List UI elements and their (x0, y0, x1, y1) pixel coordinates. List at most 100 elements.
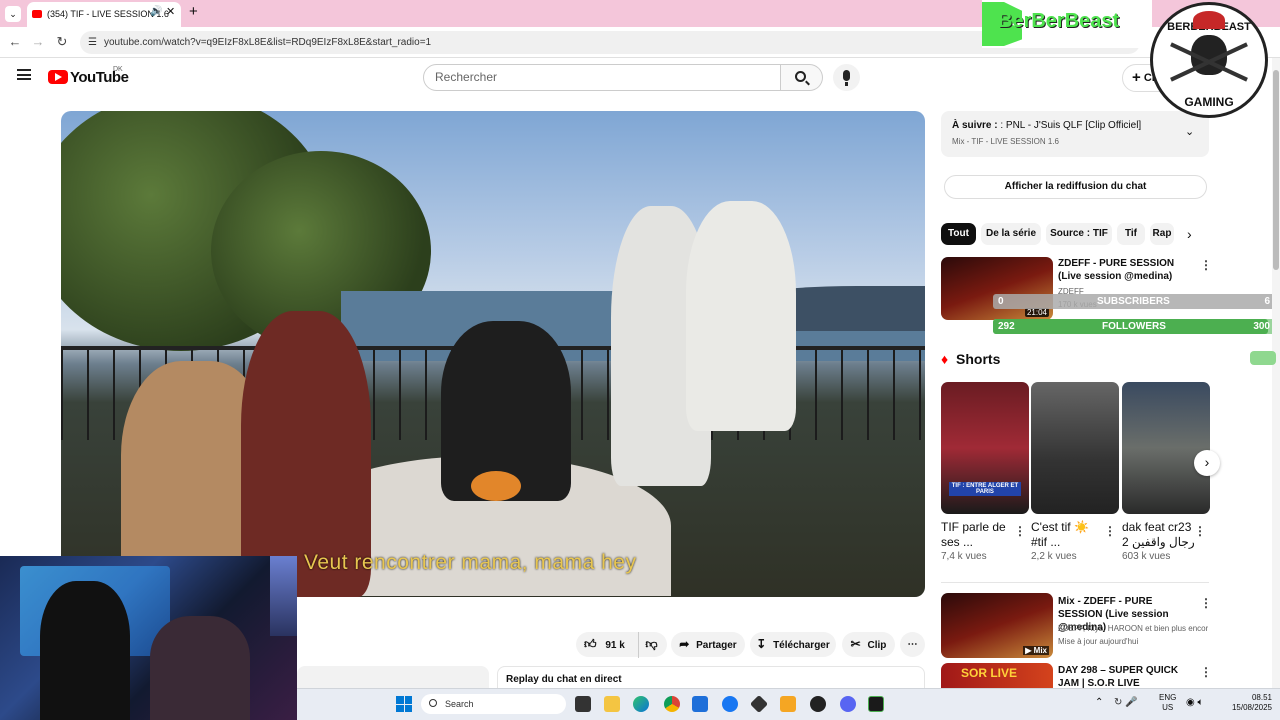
region-code: DK (113, 66, 123, 73)
subscribers-goal: 6 (1264, 296, 1270, 307)
thumbs-up-icon: 👍︎ (584, 637, 597, 651)
short-thumbnail[interactable]: TIF : ENTRE ALGER ET PARIS (941, 382, 1029, 514)
chevron-right-icon[interactable]: › (1187, 226, 1192, 242)
short-views: 2,2 k vues (1031, 551, 1077, 562)
up-next-panel[interactable]: À suivre : : PNL - J'Suis QLF [Clip Offi… (941, 111, 1209, 157)
video-subtitle: Veut rencontrer mama, mama hey (304, 551, 637, 574)
more-options-icon[interactable]: ⋮ (1014, 524, 1026, 538)
voice-search-button[interactable] (833, 64, 860, 91)
followers-goal: 300 (1253, 321, 1270, 332)
chip-source[interactable]: Source : TIF (1046, 223, 1112, 245)
scrollbar-thumb[interactable] (1273, 70, 1279, 270)
description-box[interactable] (297, 666, 489, 688)
webcam-person (40, 581, 130, 720)
more-options-icon[interactable]: ⋮ (1104, 524, 1116, 538)
short-title[interactable]: C'est tif ☀️ #tif ... (1031, 520, 1107, 550)
followers-current: 292 (998, 321, 1015, 332)
app-icon[interactable] (810, 696, 826, 712)
forward-arrow-icon[interactable]: → (29, 33, 47, 51)
brand-banner: BerBerBeast (982, 0, 1152, 48)
share-button[interactable]: ➦ Partager (671, 632, 745, 657)
region-code: US (1162, 703, 1174, 712)
app-icon[interactable] (780, 696, 796, 712)
app-icon[interactable] (868, 696, 884, 712)
like-dislike-group: 👍︎ 91 k 👎︎ (576, 632, 667, 658)
short-title[interactable]: dak feat cr23 2 رجال واقفين (1122, 520, 1198, 550)
tab-list-chevron-icon[interactable]: ⌄ (5, 6, 21, 22)
search-input[interactable]: Rechercher (423, 64, 781, 91)
chip-rap[interactable]: Rap (1150, 223, 1174, 245)
search-icon (429, 699, 437, 707)
clock[interactable]: 08.51 15/08/2025 (1224, 693, 1272, 713)
more-options-icon[interactable]: ⋮ (1200, 665, 1212, 679)
language-code: ENG (1159, 693, 1177, 702)
wifi-volume-battery-icons[interactable]: ◉ 🔈︎ (1186, 697, 1204, 708)
more-options-icon[interactable]: ⋮ (1200, 258, 1212, 272)
tray-icons[interactable]: ↻ 🎤 (1114, 697, 1138, 708)
dislike-button[interactable]: 👎︎ (638, 632, 664, 658)
followers-label: FOLLOWERS (1102, 321, 1166, 332)
video-title[interactable]: ZDEFF - PURE SESSION (Live session @medi… (1058, 257, 1186, 283)
facebook-icon[interactable] (722, 696, 738, 712)
thumbnail-text: SOR LIVE (961, 666, 1018, 680)
more-actions-button[interactable]: ⋯ (900, 632, 925, 657)
search-icon (795, 71, 806, 82)
video-thumbnail[interactable]: SOR LIVE (941, 663, 1053, 688)
video-title[interactable]: DAY 298 – SUPER QUICK JAM | S.O.R LIVE (1058, 664, 1193, 688)
menu-icon[interactable] (17, 69, 31, 80)
chip-series[interactable]: De la série (981, 223, 1041, 245)
video-duration: 21:04 (1024, 308, 1049, 317)
new-tab-icon[interactable]: + (189, 3, 198, 20)
video-player[interactable]: Veut rencontrer mama, mama hey (61, 111, 925, 597)
windows-start-icon[interactable] (396, 696, 412, 712)
tab-close-icon[interactable]: ✕ (166, 5, 175, 18)
helmet-icon (1193, 11, 1225, 29)
mix-thumbnail[interactable]: ▶ Mix (941, 593, 1053, 658)
file-explorer-icon[interactable] (604, 696, 620, 712)
tray-chevron-icon[interactable]: ⌃ (1095, 697, 1103, 708)
more-options-icon[interactable]: ⋮ (1200, 596, 1212, 610)
search-button[interactable] (781, 64, 823, 91)
short-thumbnail[interactable] (1031, 382, 1119, 514)
subscribers-bar: 0 SUBSCRIBERS 6 (993, 294, 1276, 309)
subscribers-label: SUBSCRIBERS (1097, 296, 1170, 307)
followers-bar: 292 FOLLOWERS 300 (993, 319, 1276, 334)
discord-icon[interactable] (840, 696, 856, 712)
video-thumbnail[interactable]: 21:04 (941, 257, 1053, 320)
page-scrollbar[interactable] (1272, 58, 1280, 688)
taskbar-search[interactable]: Search (421, 694, 566, 714)
webcam-person (150, 616, 250, 720)
berberbeast-gaming-logo: BERBERBEAST GAMING (1150, 2, 1268, 118)
chip-all[interactable]: Tout (941, 223, 976, 245)
back-arrow-icon[interactable]: ← (6, 33, 24, 51)
download-button[interactable]: ↧ Télécharger (750, 632, 836, 657)
show-chat-replay-button[interactable]: Afficher la rediffusion du chat (944, 175, 1207, 199)
language-indicator[interactable]: ENG US (1159, 693, 1176, 713)
thumbs-down-icon: 👎︎ (645, 637, 658, 651)
task-view-icon[interactable] (575, 696, 591, 712)
site-info-icon[interactable]: ☰ (88, 31, 97, 54)
short-thumbnail[interactable] (1122, 382, 1210, 514)
short-title[interactable]: TIF parle de ses ... (941, 520, 1017, 550)
more-options-icon[interactable]: ⋮ (1194, 524, 1206, 538)
reload-icon[interactable]: ↻ (53, 33, 71, 51)
chat-replay-label: Replay du chat en direct (506, 674, 622, 685)
like-button[interactable]: 👍︎ 91 k (584, 632, 634, 658)
clip-button[interactable]: ✂ Clip (842, 632, 895, 657)
store-icon[interactable] (692, 696, 708, 712)
chat-replay-panel[interactable]: Replay du chat en direct (497, 666, 925, 688)
person (686, 201, 796, 431)
tab-audio-icon[interactable]: 🔊 (150, 6, 162, 17)
shorts-next-button[interactable]: › (1194, 450, 1220, 476)
clock-time: 08.51 (1251, 693, 1272, 702)
url-field[interactable]: ☰ youtube.com/watch?v=q9EIzF8xL8E&list=R… (80, 31, 1140, 54)
short-badge: TIF : ENTRE ALGER ET PARIS (949, 482, 1021, 496)
chrome-icon[interactable] (664, 696, 680, 712)
logo-bottom-text: GAMING (1184, 95, 1234, 109)
chevron-down-icon[interactable]: ⌄ (1185, 125, 1194, 138)
up-next-title: : PNL - J'Suis QLF [Clip Officiel] (1000, 120, 1142, 131)
chip-tif[interactable]: Tif (1117, 223, 1145, 245)
edge-icon[interactable] (633, 696, 649, 712)
url-text: youtube.com/watch?v=q9EIzF8xL8E&list=RDq… (104, 37, 432, 48)
streamer-webcam-overlay (0, 556, 297, 720)
